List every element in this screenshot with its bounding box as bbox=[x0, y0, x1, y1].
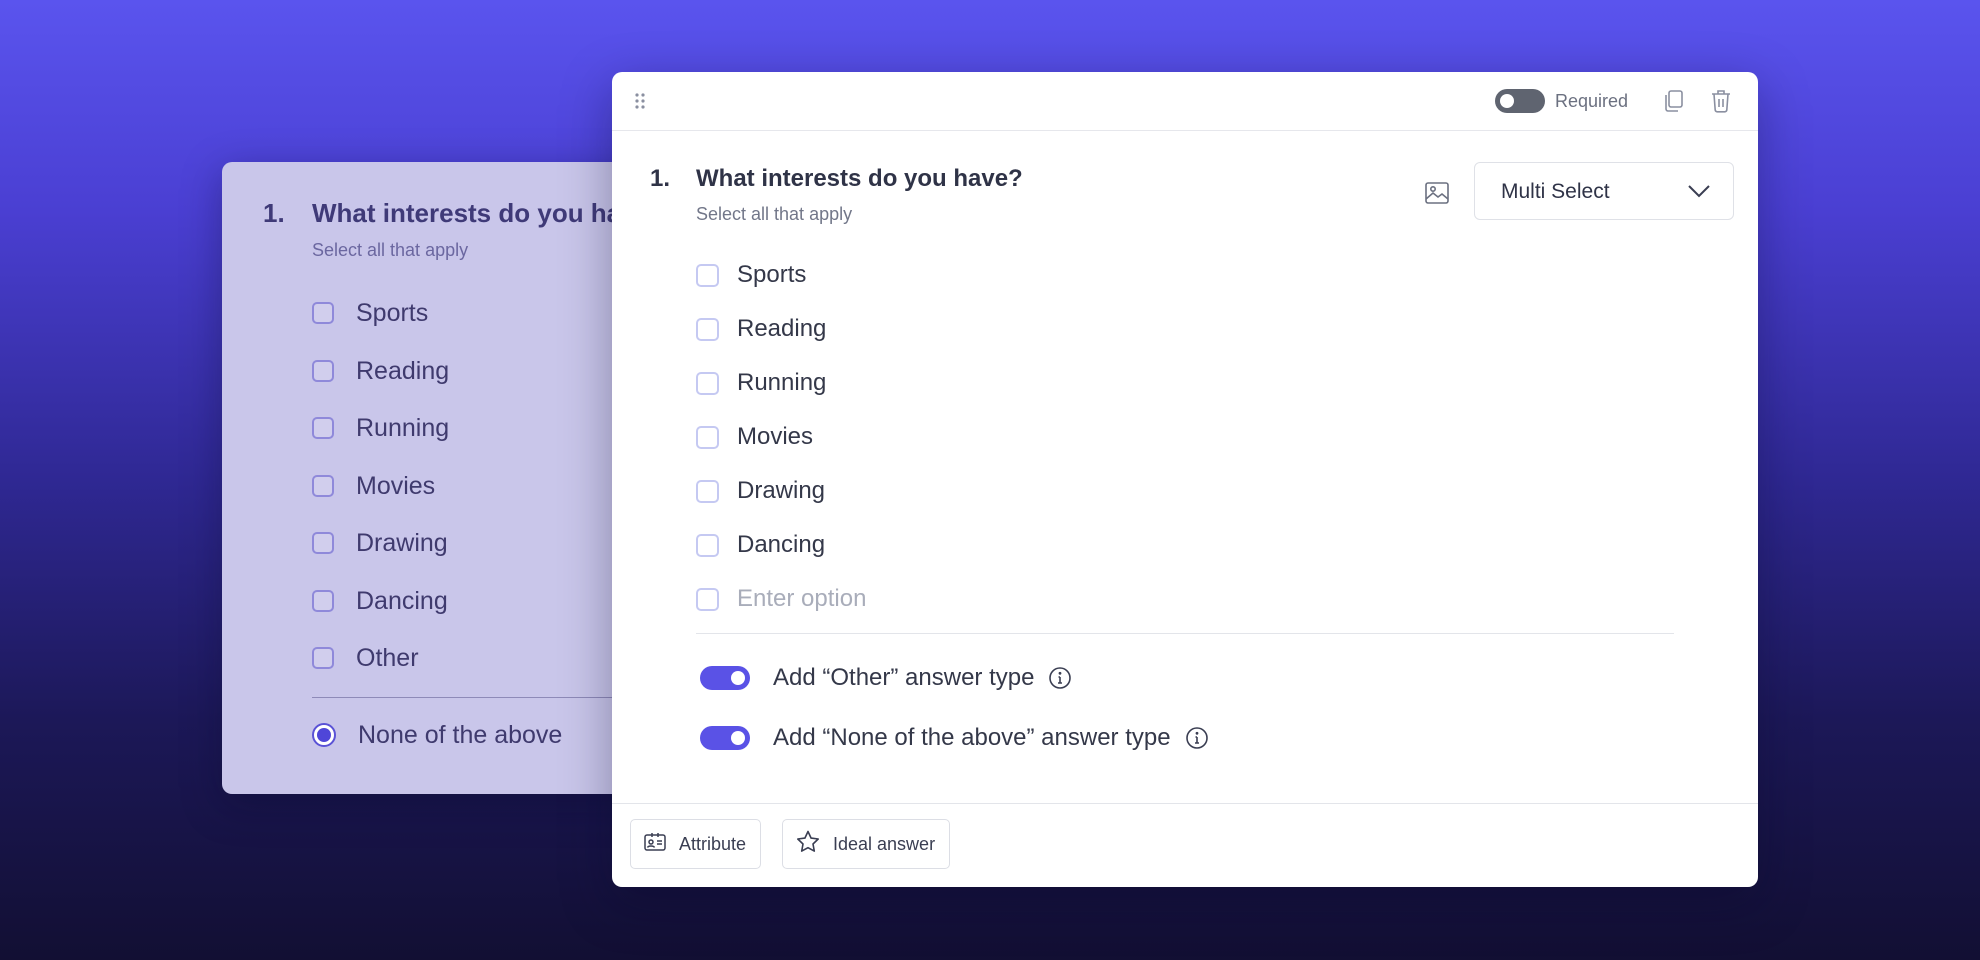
divider bbox=[696, 633, 1674, 634]
preview-card: 1. What interests do you have? Select al… bbox=[222, 162, 662, 794]
radio-selected[interactable] bbox=[312, 723, 336, 747]
checkbox[interactable] bbox=[696, 479, 719, 503]
checkbox[interactable] bbox=[696, 371, 719, 395]
divider bbox=[312, 697, 662, 698]
question-type-select[interactable]: Multi Select bbox=[1474, 162, 1734, 220]
option-row[interactable]: Running bbox=[696, 368, 826, 398]
attribute-button[interactable]: Attribute bbox=[630, 819, 762, 869]
checkbox[interactable] bbox=[312, 417, 334, 439]
question-number: 1. bbox=[650, 165, 671, 192]
info-icon[interactable] bbox=[1185, 726, 1209, 750]
question-editor-card: Required 1. What interests do you have? … bbox=[612, 72, 1758, 887]
option-label[interactable]: Sports bbox=[737, 261, 806, 289]
chevron-down-icon bbox=[1687, 184, 1711, 203]
option-row[interactable]: Sports bbox=[696, 260, 806, 290]
option-row[interactable]: Dancing bbox=[696, 530, 825, 560]
option-label[interactable]: Reading bbox=[737, 315, 826, 343]
preview-option[interactable]: Sports bbox=[312, 298, 428, 328]
preview-option-label: Running bbox=[356, 413, 450, 442]
new-option-input[interactable] bbox=[737, 585, 1137, 613]
preview-option[interactable]: Movies bbox=[312, 471, 435, 501]
preview-none-option[interactable]: None of the above bbox=[312, 720, 562, 750]
preview-option[interactable]: Reading bbox=[312, 356, 449, 386]
star-icon bbox=[795, 829, 821, 860]
preview-question-subtitle: Select all that apply bbox=[312, 240, 469, 260]
checkbox[interactable] bbox=[312, 360, 334, 382]
checkbox[interactable] bbox=[312, 590, 334, 612]
preview-none-label: None of the above bbox=[358, 720, 563, 749]
duplicate-icon[interactable] bbox=[1662, 88, 1686, 119]
option-label[interactable]: Movies bbox=[737, 423, 813, 451]
preview-option-label: Drawing bbox=[356, 528, 448, 557]
info-icon[interactable] bbox=[1048, 666, 1072, 690]
trash-icon[interactable] bbox=[1709, 88, 1733, 119]
preview-option-label: Dancing bbox=[356, 586, 448, 615]
preview-option-label: Reading bbox=[356, 356, 450, 385]
option-label[interactable]: Dancing bbox=[737, 531, 825, 559]
checkbox[interactable] bbox=[696, 425, 719, 449]
ideal-answer-label: Ideal answer bbox=[833, 833, 936, 854]
attribute-label: Attribute bbox=[679, 833, 747, 854]
question-type-value: Multi Select bbox=[1501, 180, 1610, 203]
preview-option[interactable]: Running bbox=[312, 413, 449, 443]
drag-handle-icon[interactable] bbox=[634, 91, 646, 116]
option-label[interactable]: Drawing bbox=[737, 477, 825, 505]
checkbox[interactable] bbox=[696, 587, 719, 611]
checkbox[interactable] bbox=[696, 533, 719, 557]
question-subtitle[interactable]: Select all that apply bbox=[696, 204, 852, 225]
none-answer-toggle[interactable] bbox=[700, 726, 750, 750]
option-row[interactable]: Drawing bbox=[696, 476, 825, 506]
preview-option-label: Sports bbox=[356, 298, 429, 327]
checkbox[interactable] bbox=[312, 647, 334, 669]
required-label: Required bbox=[1555, 91, 1629, 111]
preview-option[interactable]: Drawing bbox=[312, 528, 448, 558]
option-label[interactable]: Running bbox=[737, 369, 826, 397]
preview-option-label: Movies bbox=[356, 471, 436, 500]
other-answer-label: Add “Other” answer type bbox=[773, 664, 1035, 691]
new-option-row[interactable] bbox=[696, 584, 1137, 614]
checkbox[interactable] bbox=[312, 302, 334, 324]
option-row[interactable]: Reading bbox=[696, 314, 826, 344]
other-answer-toggle[interactable] bbox=[700, 666, 750, 690]
preview-option[interactable]: Other bbox=[312, 643, 419, 673]
checkbox[interactable] bbox=[312, 532, 334, 554]
checkbox[interactable] bbox=[696, 263, 719, 287]
none-answer-toggle-row: Add “None of the above” answer type bbox=[700, 722, 1209, 754]
ideal-answer-button[interactable]: Ideal answer bbox=[782, 819, 951, 869]
preview-question-title: What interests do you have? bbox=[312, 198, 662, 228]
checkbox[interactable] bbox=[696, 317, 719, 341]
required-toggle[interactable] bbox=[1495, 89, 1545, 113]
preview-question-number: 1. bbox=[263, 198, 285, 228]
editor-footer: Attribute Ideal answer bbox=[612, 803, 1758, 887]
id-card-icon bbox=[643, 831, 667, 858]
preview-option[interactable]: Dancing bbox=[312, 586, 448, 616]
editor-header: Required bbox=[612, 72, 1758, 131]
other-answer-toggle-row: Add “Other” answer type bbox=[700, 662, 1072, 694]
checkbox[interactable] bbox=[312, 475, 334, 497]
image-icon[interactable] bbox=[1424, 180, 1450, 211]
question-title[interactable]: What interests do you have? bbox=[696, 165, 1023, 193]
none-answer-label: Add “None of the above” answer type bbox=[773, 724, 1171, 751]
preview-option-label: Other bbox=[356, 643, 419, 672]
option-row[interactable]: Movies bbox=[696, 422, 813, 452]
